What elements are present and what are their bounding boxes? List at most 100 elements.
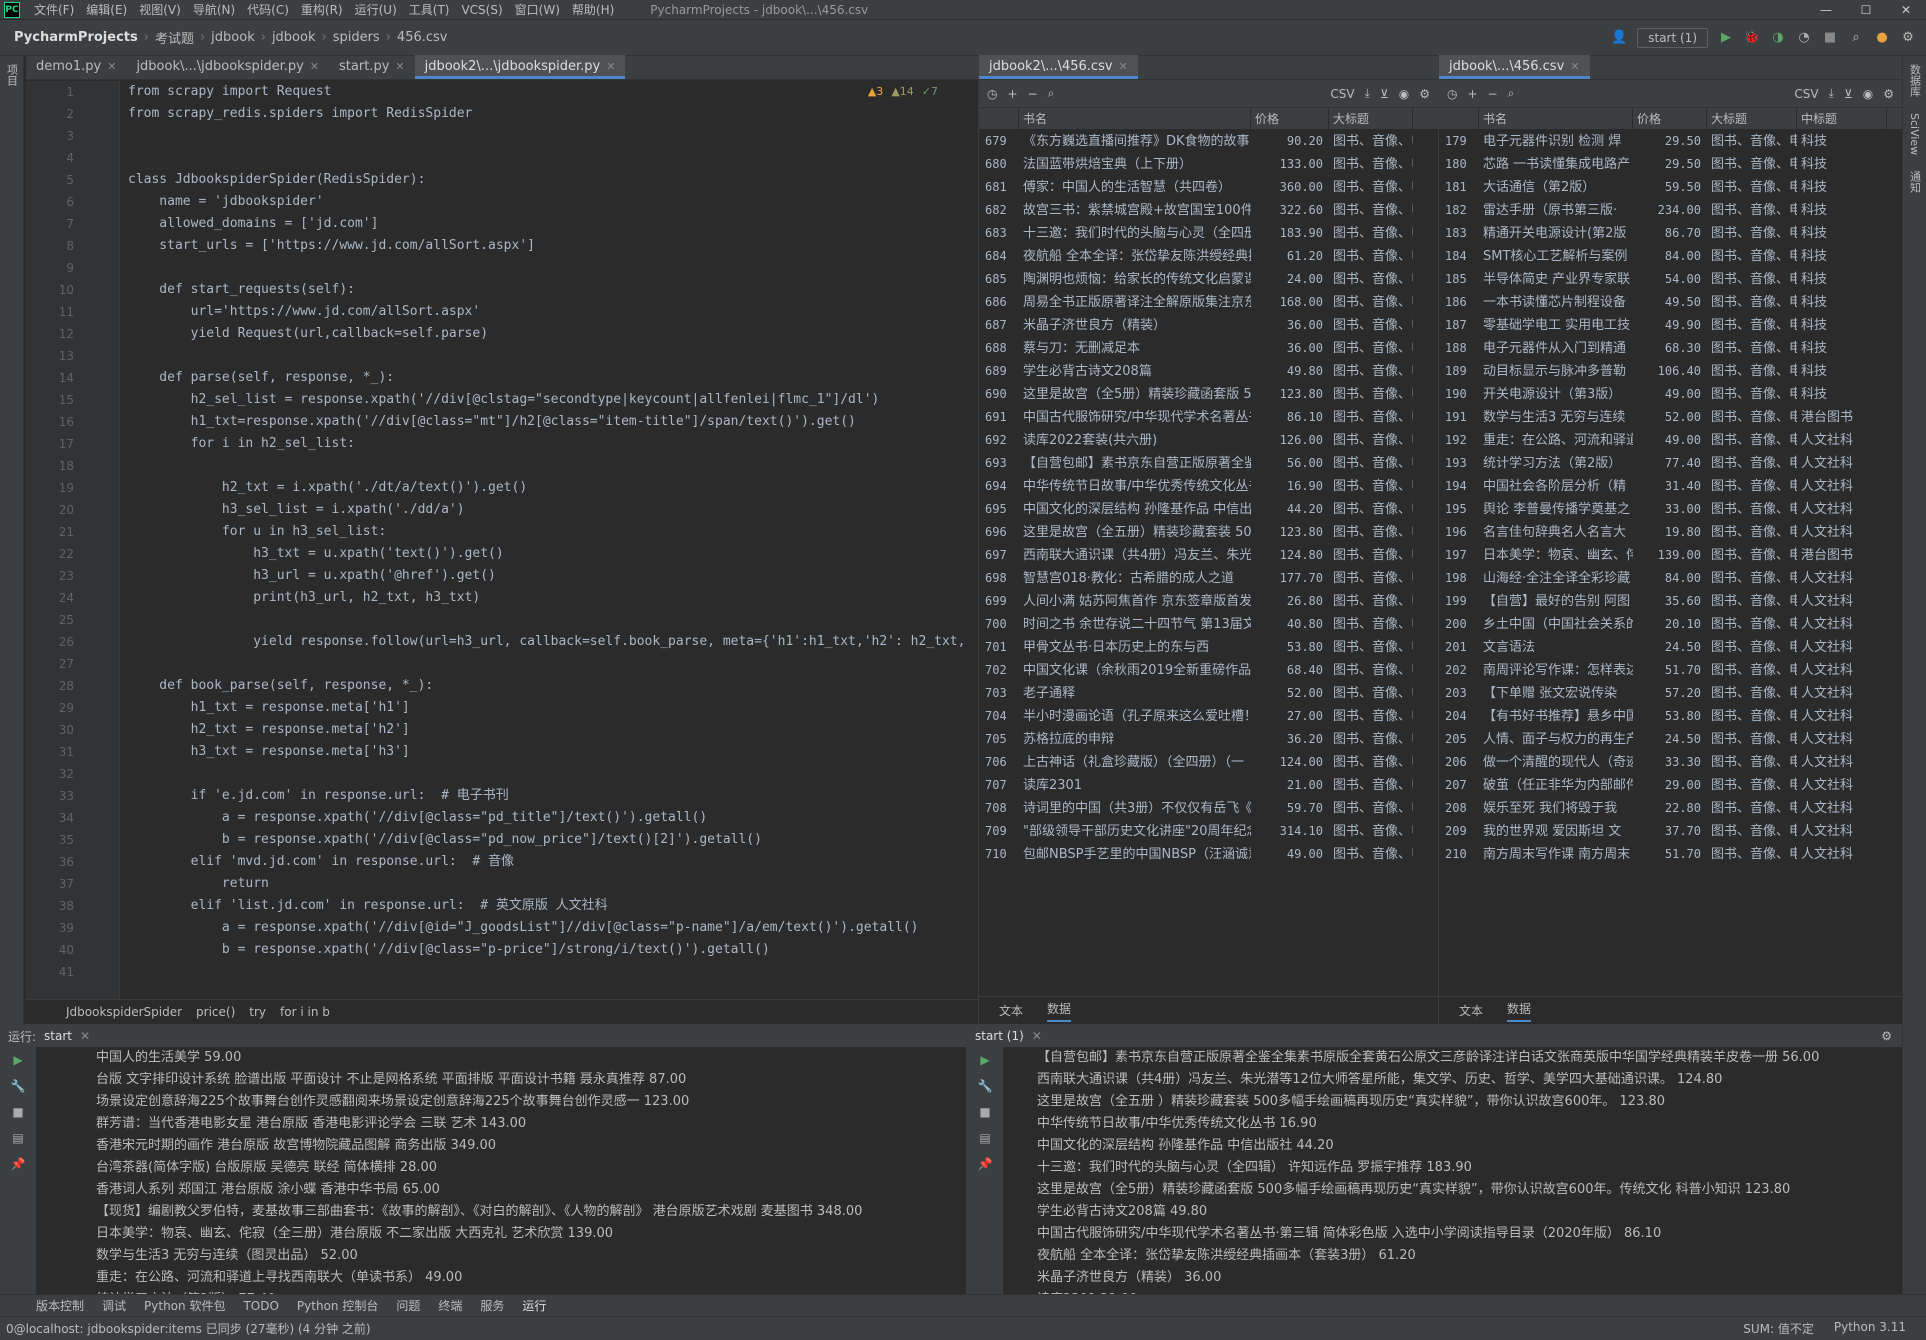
cell-title[interactable]: 我的世界观 爱因斯坦 文 xyxy=(1479,820,1633,843)
csv-row[interactable]: 187 零基础学电工 实用电工技 49.90 图书、音像、电 科技 xyxy=(1439,314,1902,337)
code-line[interactable]: 32 xyxy=(26,763,978,785)
cell-title[interactable]: 开关电源设计（第3版） xyxy=(1479,383,1633,406)
cell-title[interactable]: 乡土中国（中国社会关系的 xyxy=(1479,613,1633,636)
code-line[interactable]: 14 def parse(self, response, *_): xyxy=(26,367,978,389)
layout-icon[interactable]: ▤ xyxy=(0,1125,36,1151)
csv-row[interactable]: 180 芯路 一书读懂集成电路产 29.50 图书、音像、电 科技 xyxy=(1439,153,1902,176)
cell-category[interactable]: 图书、音像、电 xyxy=(1707,705,1797,728)
cell-category[interactable]: 图书、音像、电 xyxy=(1707,797,1797,820)
database-tool-tab[interactable]: 数据库 xyxy=(1907,64,1923,97)
cell-price[interactable]: 49.50 xyxy=(1633,291,1707,314)
cell-category[interactable]: 图书、音像、电 xyxy=(1329,383,1413,406)
column-header-category[interactable]: 大标题 xyxy=(1329,108,1413,129)
cell-price[interactable]: 234.00 xyxy=(1633,199,1707,222)
cell-price[interactable]: 44.20 xyxy=(1251,498,1329,521)
remove-row-icon[interactable]: − xyxy=(1028,87,1038,101)
cell-category[interactable]: 图书、音像、电 xyxy=(1707,452,1797,475)
code-text[interactable]: class JdbookspiderSpider(RedisSpider): xyxy=(86,169,425,191)
cell-price[interactable]: 29.00 xyxy=(1633,774,1707,797)
csv-rows[interactable]: 679《东方巍选直播间推荐》DK食物的故事90.20图书、音像、电680法国蓝带… xyxy=(979,130,1438,988)
search-icon[interactable]: ⌕ xyxy=(1048,86,1055,101)
menu-tools[interactable]: 工具(T) xyxy=(403,1,456,18)
code-text[interactable]: b = response.xpath('//div[@class="pd_now… xyxy=(86,829,762,851)
format-select[interactable]: CSV xyxy=(1330,87,1354,101)
code-line[interactable]: 3 xyxy=(26,125,978,147)
cell-category[interactable]: 图书、音像、电 xyxy=(1329,843,1413,866)
cell-category[interactable]: 图书、音像、电 xyxy=(1329,314,1413,337)
rerun-icon[interactable]: ▶ xyxy=(967,1047,1003,1073)
code-text[interactable]: def start_requests(self): xyxy=(86,279,355,301)
cell-title[interactable]: 十三邀：我们时代的头脑与心灵（全四册） xyxy=(1019,222,1251,245)
tool-problems[interactable]: 问题 xyxy=(396,1297,420,1314)
breadcrumb-project[interactable]: PycharmProjects xyxy=(0,30,142,45)
code-line[interactable]: 24 print(h3_url, h2_txt, h3_txt) xyxy=(26,587,978,609)
code-line[interactable]: 31 h3_txt = response.meta['h3'] xyxy=(26,741,978,763)
cell-category[interactable]: 图书、音像、电 xyxy=(1707,337,1797,360)
rerun-icon[interactable]: ▶ xyxy=(0,1047,36,1073)
tool-run[interactable]: 运行 xyxy=(522,1297,546,1314)
code-line[interactable]: 39 a = response.xpath('//div[@id="J_good… xyxy=(26,917,978,939)
csv-row[interactable]: 184 SMT核心工艺解析与案例 84.00 图书、音像、电 科技 xyxy=(1439,245,1902,268)
csv-row[interactable]: 186 一本书读懂芯片制程设备 49.50 图书、音像、电 科技 xyxy=(1439,291,1902,314)
close-icon[interactable]: ✕ xyxy=(1119,60,1128,73)
code-line[interactable]: 1 from scrapy import Request xyxy=(26,81,978,103)
code-text[interactable]: url='https://www.jd.com/allSort.aspx' xyxy=(86,301,481,323)
code-line[interactable]: 26 yield response.follow(url=h3_url, cal… xyxy=(26,631,978,653)
cell-price[interactable]: 26.80 xyxy=(1251,590,1329,613)
cell-subcategory[interactable]: 科技 xyxy=(1797,130,1887,153)
cell-price[interactable]: 314.10 xyxy=(1251,820,1329,843)
cell-category[interactable]: 图书、音像、电 xyxy=(1707,406,1797,429)
search-icon[interactable]: ⌕ xyxy=(1848,30,1864,46)
view-icon[interactable]: ◉ xyxy=(1399,87,1409,101)
cell-subcategory[interactable]: 人文社科 xyxy=(1797,843,1887,866)
csv-row[interactable]: 686 周易全书正版原著译注全解原版集注京东168.00图书、音像、电 xyxy=(979,291,1438,314)
cell-category[interactable]: 图书、音像、电 xyxy=(1329,498,1413,521)
cell-price[interactable]: 53.80 xyxy=(1633,705,1707,728)
cell-category[interactable]: 图书、音像、电 xyxy=(1329,222,1413,245)
cell-subcategory[interactable]: 科技 xyxy=(1797,199,1887,222)
tool-python-console[interactable]: Python 控制台 xyxy=(297,1297,378,1314)
close-icon[interactable]: ✕ xyxy=(1886,3,1926,17)
code-line[interactable]: 11 url='https://www.jd.com/allSort.aspx' xyxy=(26,301,978,323)
cell-title[interactable]: 这里是故宫（全五册）精装珍藏套装 500 xyxy=(1019,521,1251,544)
tab-start[interactable]: start.py ✕ xyxy=(329,55,415,79)
code-line[interactable]: 41 xyxy=(26,961,978,983)
cell-title[interactable]: 舆论 李普曼传播学奠基之 xyxy=(1479,498,1633,521)
cell-price[interactable]: 54.00 xyxy=(1633,268,1707,291)
cell-title[interactable]: 学生必背古诗文208篇 xyxy=(1019,360,1251,383)
code-text[interactable] xyxy=(86,345,128,367)
cell-price[interactable]: 123.80 xyxy=(1251,521,1329,544)
menu-view[interactable]: 视图(V) xyxy=(133,1,187,18)
csv-row[interactable]: 189 动目标显示与脉冲多普勒 106.40 图书、音像、电 科技 xyxy=(1439,360,1902,383)
code-text[interactable] xyxy=(86,763,128,785)
cell-category[interactable]: 图书、音像、电 xyxy=(1707,153,1797,176)
cell-title[interactable]: "部级领导干部历史文化讲座"20周年纪念 xyxy=(1019,820,1251,843)
view-icon[interactable]: ◉ xyxy=(1863,87,1873,101)
code-line[interactable]: 20 h3_sel_list = i.xpath('./dd/a') xyxy=(26,499,978,521)
tab-jdbook2-spider[interactable]: jdbook2\...\jdbookspider.py ✕ xyxy=(414,55,626,79)
csv-row[interactable]: 690 这里是故宫（全5册）精装珍藏函套版 500123.80图书、音像、电 xyxy=(979,383,1438,406)
code-text[interactable]: print(h3_url, h2_txt, h3_txt) xyxy=(86,587,480,609)
code-text[interactable]: from scrapy_redis.spiders import RedisSp… xyxy=(86,103,472,125)
cell-subcategory[interactable]: 人文社科 xyxy=(1797,820,1887,843)
cell-price[interactable]: 49.80 xyxy=(1251,360,1329,383)
column-header-title[interactable]: 书名 xyxy=(1479,108,1633,129)
code-text[interactable]: a = response.xpath('//div[@id="J_goodsLi… xyxy=(86,917,919,939)
cell-title[interactable]: 时间之书 余世存说二十四节气 第13届文 xyxy=(1019,613,1251,636)
cell-subcategory[interactable]: 科技 xyxy=(1797,337,1887,360)
cell-price[interactable]: 168.00 xyxy=(1251,291,1329,314)
csv-row[interactable]: 181 大话通信（第2版） 59.50 图书、音像、电 科技 xyxy=(1439,176,1902,199)
breadcrumb-item[interactable]: jdbook xyxy=(268,30,320,45)
cell-category[interactable]: 图书、音像、电 xyxy=(1707,590,1797,613)
cell-category[interactable]: 图书、音像、电 xyxy=(1329,659,1413,682)
cell-title[interactable]: 米晶子济世良方（精装） xyxy=(1019,314,1251,337)
cell-title[interactable]: 西南联大通识课（共4册）冯友兰、朱光潜 xyxy=(1019,544,1251,567)
cell-title[interactable]: 名言佳句辞典名人名言大 xyxy=(1479,521,1633,544)
cell-category[interactable]: 图书、音像、电 xyxy=(1707,429,1797,452)
crumb-class[interactable]: JdbookspiderSpider xyxy=(66,1005,182,1019)
cell-price[interactable]: 360.00 xyxy=(1251,176,1329,199)
cell-subcategory[interactable]: 科技 xyxy=(1797,222,1887,245)
coverage-icon[interactable]: ◑ xyxy=(1770,30,1786,46)
layout-icon[interactable]: ▤ xyxy=(967,1125,1003,1151)
cell-price[interactable]: 53.80 xyxy=(1251,636,1329,659)
